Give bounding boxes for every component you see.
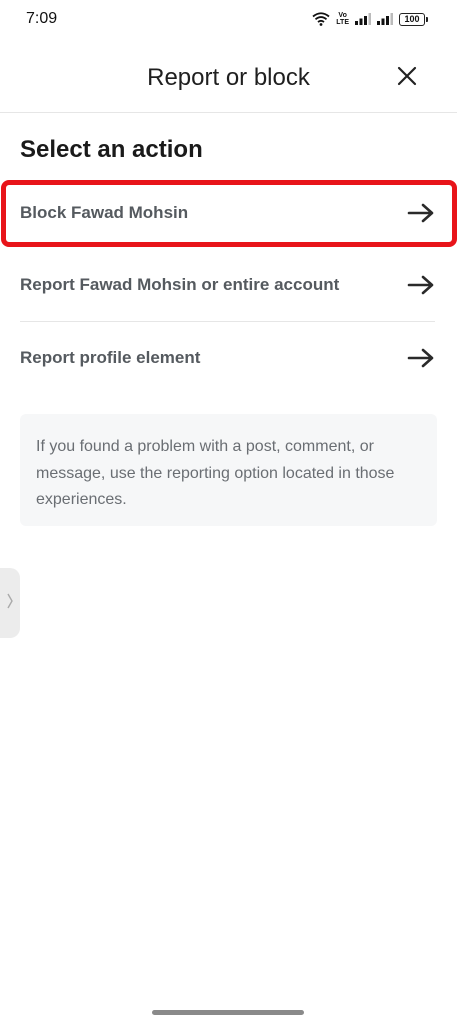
report-profile-element-action[interactable]: Report profile element (20, 322, 435, 394)
block-user-action[interactable]: Block Fawad Mohsin (20, 177, 435, 249)
info-text: If you found a problem with a post, comm… (36, 438, 395, 508)
action-label: Report Fawad Mohsin or entire account (20, 275, 340, 294)
page-title: Report or block (147, 64, 310, 91)
status-time: 7:09 (26, 10, 58, 27)
arrow-right-icon (407, 274, 435, 296)
battery-icon: 100 (399, 12, 428, 26)
wifi-icon (312, 12, 330, 26)
close-button[interactable] (393, 64, 421, 92)
dialog-header: Report or block (0, 46, 457, 113)
status-bar: 7:09 Vo LTE 100 (0, 0, 457, 40)
volte-top-label: Vo (338, 12, 347, 19)
action-label: Block Fawad Mohsin (20, 203, 189, 222)
home-indicator[interactable] (152, 1010, 304, 1015)
close-icon (397, 66, 417, 91)
section-heading: Select an action (20, 136, 203, 163)
volte-bottom-label: LTE (336, 19, 349, 26)
status-icons: Vo LTE 100 (312, 10, 428, 28)
arrow-right-icon (407, 202, 435, 224)
chevron-right-icon (6, 592, 14, 615)
volte-icon: Vo LTE (336, 12, 349, 26)
report-user-action[interactable]: Report Fawad Mohsin or entire account (20, 249, 435, 322)
signal-icon-2 (377, 13, 393, 25)
arrow-right-icon (407, 347, 435, 369)
info-box: If you found a problem with a post, comm… (20, 414, 437, 526)
signal-icon-1 (355, 13, 371, 25)
action-label: Report profile element (20, 348, 201, 367)
edge-panel-handle[interactable] (0, 568, 20, 638)
